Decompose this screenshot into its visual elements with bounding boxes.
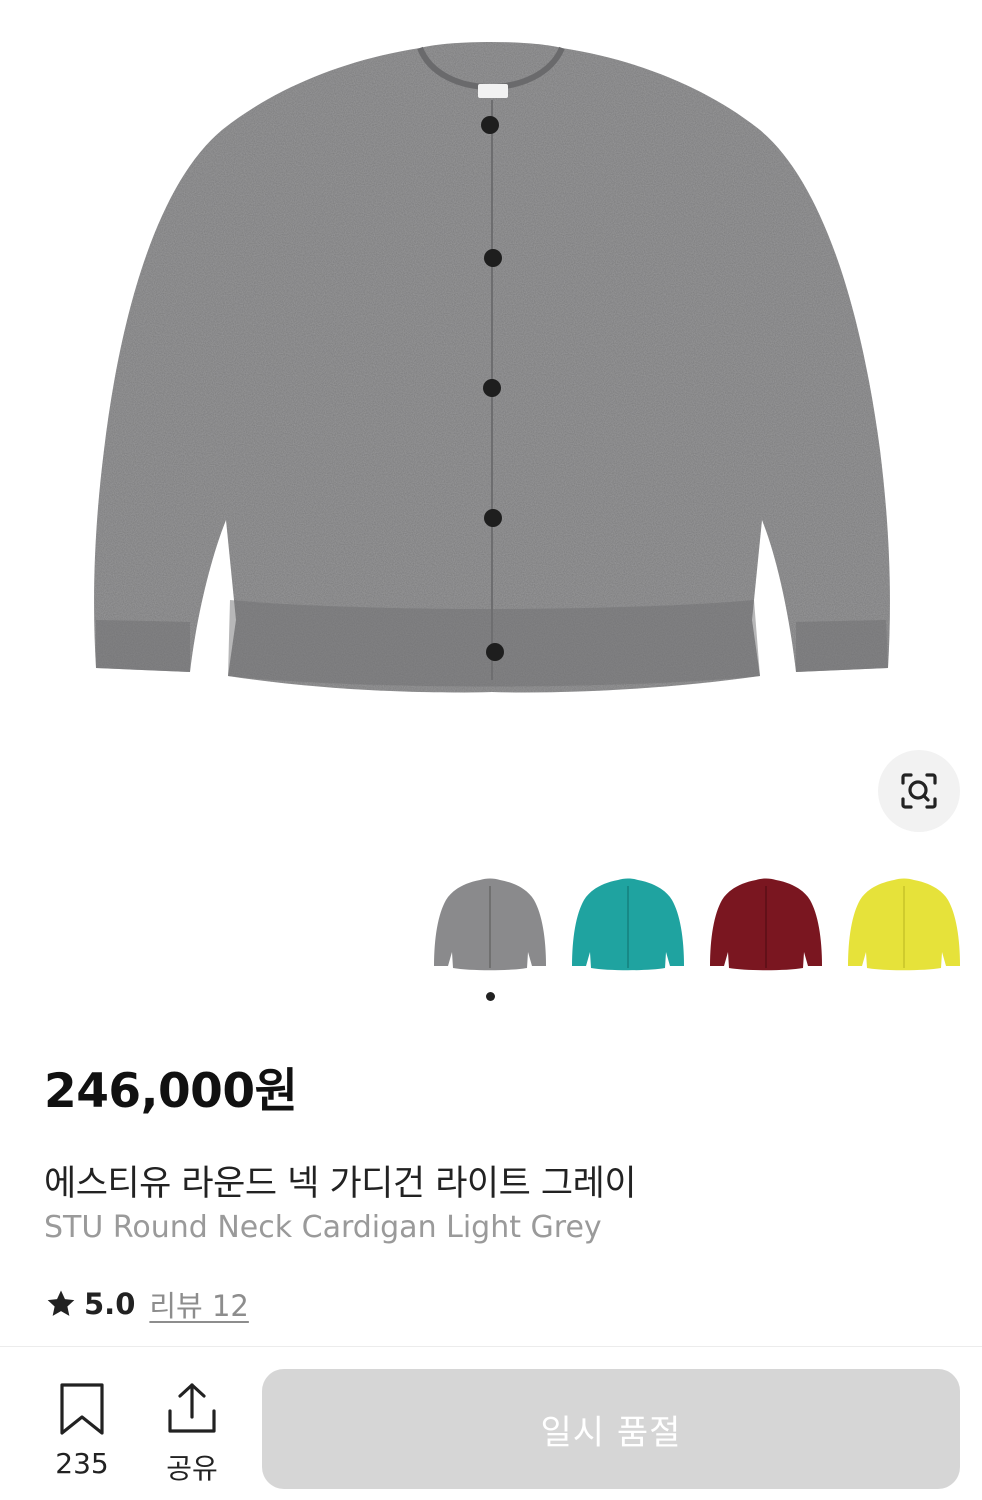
- visual-search-button[interactable]: [878, 750, 960, 832]
- bottom-action-bar: 235 공유 일시 품절: [0, 1346, 982, 1500]
- rating-summary: 5.0 리뷰 12: [44, 1284, 249, 1324]
- cardigan-thumbnail: [710, 878, 822, 971]
- product-price: 246,000원: [44, 1064, 298, 1119]
- selected-color-indicator: [486, 992, 495, 1001]
- share-button[interactable]: 공유: [150, 1381, 234, 1487]
- bookmark-button[interactable]: 235: [40, 1381, 124, 1480]
- rating-score: 5.0: [84, 1287, 136, 1321]
- color-option-burgundy[interactable]: [706, 868, 826, 978]
- cardigan-thumbnail: [434, 878, 546, 971]
- cardigan-thumbnail: [848, 878, 960, 971]
- product-name-korean: 에스티유 라운드 넥 가디건 라이트 그레이: [44, 1164, 637, 1204]
- product-name-english: STU Round Neck Cardigan Light Grey: [44, 1210, 602, 1245]
- share-label: 공유: [166, 1452, 218, 1485]
- product-image[interactable]: [0, 0, 982, 830]
- color-option-yellow[interactable]: [844, 868, 964, 978]
- bookmark-count: 235: [55, 1447, 109, 1480]
- color-options: [430, 868, 970, 978]
- reviews-link[interactable]: 리뷰 12: [149, 1283, 248, 1325]
- cardigan-image: [94, 42, 890, 693]
- bookmark-icon: [60, 1383, 104, 1435]
- cardigan-thumbnail: [572, 878, 684, 971]
- share-icon: [168, 1383, 216, 1433]
- soldout-button[interactable]: 일시 품절: [262, 1369, 960, 1489]
- visual-search-icon: [901, 773, 937, 809]
- color-option-grey[interactable]: [430, 868, 550, 978]
- color-option-teal[interactable]: [568, 868, 688, 978]
- star-icon: [47, 1290, 75, 1316]
